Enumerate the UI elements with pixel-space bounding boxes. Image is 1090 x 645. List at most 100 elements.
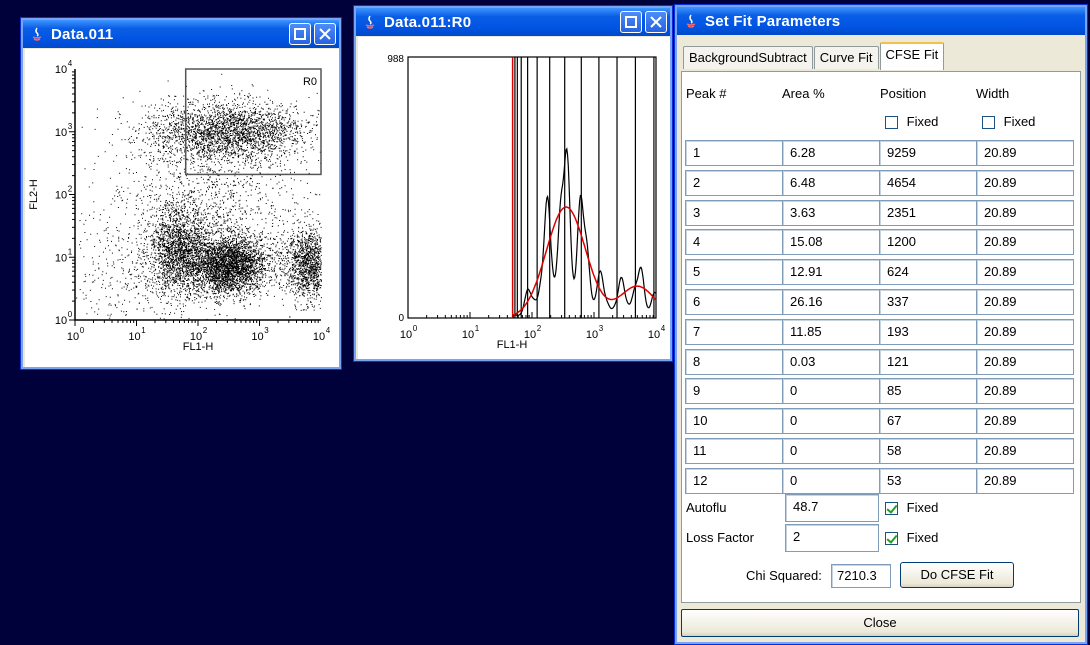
area-cell[interactable]: 0 bbox=[782, 408, 880, 435]
x-tick-label: 10 bbox=[313, 331, 325, 343]
histogram-window[interactable]: Data.011:R0 10 0 10 1 10 2 10 3 10 4 988 0 FL1-H bbox=[353, 5, 673, 362]
position-cell[interactable]: 4654 bbox=[879, 169, 977, 196]
loss-fixed-option: Fixed bbox=[885, 530, 938, 546]
loss-factor-label: Loss Factor bbox=[686, 530, 754, 545]
position-fixed-checkbox[interactable] bbox=[885, 116, 898, 130]
position-cell[interactable]: 2351 bbox=[879, 199, 977, 226]
area-cell[interactable]: 11.85 bbox=[782, 318, 880, 345]
histogram-titlebar[interactable]: Data.011:R0 bbox=[356, 8, 670, 36]
width-cell[interactable]: 20.89 bbox=[976, 318, 1074, 345]
maximize-button[interactable] bbox=[620, 11, 642, 33]
width-fixed-checkbox[interactable] bbox=[982, 116, 995, 130]
loss-fixed-checkbox[interactable] bbox=[885, 532, 898, 546]
width-cell[interactable]: 20.89 bbox=[976, 199, 1074, 226]
area-cell[interactable]: 6.28 bbox=[782, 140, 880, 166]
desktop: { "windows": { "dot_plot": { "title": "D… bbox=[0, 0, 1090, 645]
autoflu-input[interactable]: 48.7 bbox=[785, 494, 879, 522]
fit-parameters-window[interactable]: Set Fit Parameters BackgroundSubtract Cu… bbox=[674, 4, 1088, 645]
area-cell[interactable]: 0 bbox=[782, 438, 880, 464]
java-icon bbox=[686, 14, 696, 28]
maximize-button[interactable] bbox=[289, 23, 311, 45]
width-cell[interactable]: 20.89 bbox=[976, 408, 1074, 435]
x-tick-label: 10 bbox=[251, 331, 263, 343]
y-max-label: 988 bbox=[387, 54, 404, 65]
close-dialog-button[interactable]: Close bbox=[681, 609, 1079, 637]
width-cell[interactable]: 20.89 bbox=[976, 259, 1074, 286]
peak-cell[interactable]: 2 bbox=[685, 169, 783, 196]
close-button[interactable] bbox=[645, 11, 667, 33]
x-tick-exponent: 1 bbox=[141, 326, 146, 335]
peak-cell[interactable]: 1 bbox=[685, 140, 783, 166]
position-fixed-option: Fixed bbox=[885, 114, 939, 130]
width-cell[interactable]: 20.89 bbox=[976, 169, 1074, 196]
loss-factor-input[interactable]: 2 bbox=[785, 524, 879, 552]
tab-background-subtract[interactable]: BackgroundSubtract bbox=[683, 46, 813, 69]
position-cell[interactable]: 53 bbox=[879, 467, 977, 494]
peak-cell[interactable]: 8 bbox=[685, 348, 783, 375]
area-cell[interactable]: 3.63 bbox=[782, 199, 880, 226]
area-cell[interactable]: 6.48 bbox=[782, 169, 880, 196]
java-icon bbox=[32, 27, 42, 41]
width-cell[interactable]: 20.89 bbox=[976, 378, 1074, 405]
x-tick-exponent: 3 bbox=[264, 326, 269, 335]
dot-plot-canvas[interactable]: R0100100101101102102103103104104FL1-HFL2… bbox=[25, 49, 339, 367]
y-axis-label: FL2-H bbox=[28, 179, 40, 210]
close-button[interactable] bbox=[314, 23, 336, 45]
y-tick-label: 10 bbox=[55, 127, 67, 139]
x-tick-exponent: 2 bbox=[537, 324, 542, 333]
area-cell[interactable]: 26.16 bbox=[782, 289, 880, 315]
x-tick-label: 10 bbox=[648, 329, 660, 341]
close-icon bbox=[650, 16, 662, 28]
width-cell[interactable]: 20.89 bbox=[976, 289, 1074, 315]
tab-cfse-fit[interactable]: CFSE Fit bbox=[879, 42, 945, 70]
maximize-icon bbox=[294, 28, 306, 40]
position-cell[interactable]: 67 bbox=[879, 408, 977, 435]
y-tick-exponent: 2 bbox=[68, 185, 73, 194]
y-tick-exponent: 3 bbox=[68, 122, 73, 131]
do-cfse-fit-button[interactable]: Do CFSE Fit bbox=[900, 562, 1014, 588]
peak-cell[interactable]: 11 bbox=[685, 438, 783, 464]
area-cell[interactable]: 0 bbox=[782, 378, 880, 405]
peak-cell[interactable]: 10 bbox=[685, 408, 783, 435]
peak-cell[interactable]: 3 bbox=[685, 199, 783, 226]
histogram-body: 10 0 10 1 10 2 10 3 10 4 988 0 FL1-H bbox=[358, 37, 670, 359]
position-cell[interactable]: 85 bbox=[879, 378, 977, 405]
position-cell[interactable]: 337 bbox=[879, 289, 977, 315]
position-fixed-label: Fixed bbox=[906, 114, 939, 129]
position-cell[interactable]: 121 bbox=[879, 348, 977, 375]
x-tick-label: 10 bbox=[462, 329, 474, 341]
position-cell[interactable]: 58 bbox=[879, 438, 977, 464]
dot-plot-window[interactable]: Data.011 R0 10 0 10 0 10 1 10 1 10 2 10 2 10 3 10 3 10 4 10… bbox=[20, 17, 342, 370]
area-cell[interactable]: 15.08 bbox=[782, 229, 880, 256]
width-fixed-option: Fixed bbox=[982, 114, 1035, 130]
peak-cell[interactable]: 7 bbox=[685, 318, 783, 345]
peak-cell[interactable]: 9 bbox=[685, 378, 783, 405]
width-cell[interactable]: 20.89 bbox=[976, 467, 1074, 494]
peak-cell[interactable]: 5 bbox=[685, 259, 783, 286]
position-cell[interactable]: 9259 bbox=[879, 140, 977, 166]
x-axis-label: FL1-H bbox=[183, 341, 214, 353]
position-cell[interactable]: 193 bbox=[879, 318, 977, 345]
autoflu-label: Autoflu bbox=[686, 500, 727, 515]
peak-cell[interactable]: 4 bbox=[685, 229, 783, 256]
peak-cell[interactable]: 12 bbox=[685, 467, 783, 494]
area-cell[interactable]: 0.03 bbox=[782, 348, 880, 375]
fit-body: BackgroundSubtract Curve Fit CFSE Fit Pe… bbox=[679, 36, 1083, 640]
region-r0-label: R0 bbox=[303, 76, 317, 88]
histogram-canvas[interactable]: 1001011021031049880FL1-H bbox=[358, 37, 670, 359]
peak-cell[interactable]: 6 bbox=[685, 289, 783, 315]
position-cell[interactable]: 624 bbox=[879, 259, 977, 286]
dot-plot-body: R0 10 0 10 0 10 1 10 1 10 2 10 2 10 3 10 3 10 4 10 4 FL1-H FL2… bbox=[25, 49, 339, 367]
width-cell[interactable]: 20.89 bbox=[976, 348, 1074, 375]
width-cell[interactable]: 20.89 bbox=[976, 140, 1074, 166]
area-cell[interactable]: 12.91 bbox=[782, 259, 880, 286]
fit-parameters-titlebar[interactable]: Set Fit Parameters bbox=[677, 7, 1085, 35]
autoflu-fixed-checkbox[interactable] bbox=[885, 502, 898, 516]
x-tick-exponent: 4 bbox=[661, 324, 666, 333]
width-cell[interactable]: 20.89 bbox=[976, 229, 1074, 256]
area-cell[interactable]: 0 bbox=[782, 467, 880, 494]
position-cell[interactable]: 1200 bbox=[879, 229, 977, 256]
dot-plot-titlebar[interactable]: Data.011 bbox=[23, 20, 339, 48]
width-cell[interactable]: 20.89 bbox=[976, 438, 1074, 464]
tab-curve-fit[interactable]: Curve Fit bbox=[813, 46, 879, 69]
